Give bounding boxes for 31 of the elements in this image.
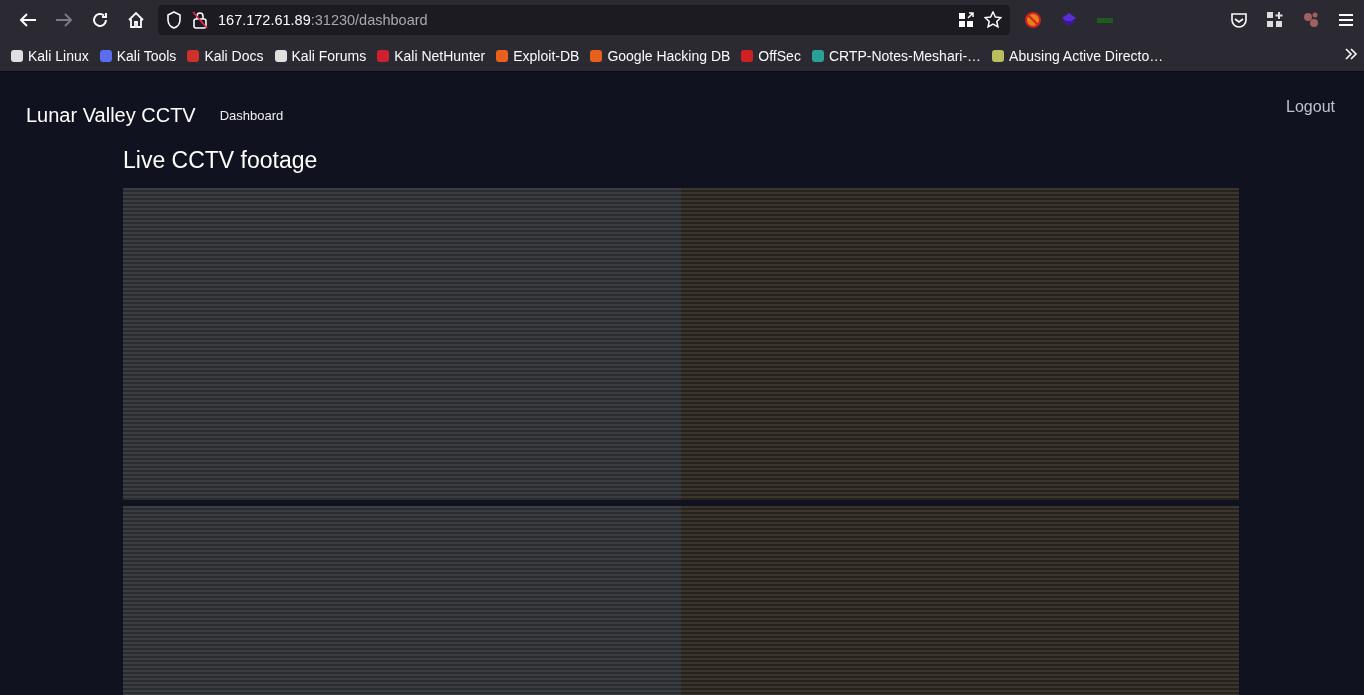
forward-arrow-icon[interactable]	[55, 12, 73, 28]
bookmark-link[interactable]: Kali Linux	[10, 47, 89, 64]
bookmark-link[interactable]: Google Hacking DB	[589, 47, 731, 64]
profile-dots-icon[interactable]	[1302, 11, 1320, 29]
chevron-overflow-icon[interactable]	[1344, 47, 1358, 61]
url-host: 167.172.61.89	[218, 12, 311, 28]
qr-code-icon[interactable]	[958, 12, 974, 28]
bookmark-star-icon[interactable]	[984, 11, 1002, 29]
bookmark-link[interactable]: OffSec	[740, 47, 801, 64]
url-path: :31230/dashboard	[310, 12, 428, 28]
bookmark-link[interactable]: CRTP-Notes-Meshari-…	[810, 47, 982, 64]
nav-link[interactable]: Dashboard	[219, 108, 284, 123]
bookmark-link[interactable]: Kali Forums	[273, 47, 367, 64]
address-bar[interactable]: 167.172.61.89:31230/dashboard	[158, 5, 1010, 35]
back-arrow-icon[interactable]	[19, 12, 37, 28]
bookmark-link[interactable]: Abusing Active Directo…	[991, 47, 1164, 64]
page-heading: Live CCTV footage	[123, 149, 319, 172]
menu-icon[interactable]	[1338, 13, 1354, 27]
reload-icon[interactable]	[91, 11, 109, 29]
bookmark-link[interactable]: Kali NetHunter	[376, 47, 486, 64]
pocket-icon[interactable]	[1230, 11, 1248, 29]
bookmark-link[interactable]: Kali Tools	[98, 47, 177, 64]
shield-icon[interactable]	[166, 11, 182, 29]
bookmark-link[interactable]: Exploit-DB	[495, 47, 580, 64]
bookmark-link[interactable]: Kali Docs	[186, 47, 264, 64]
site-brand[interactable]: Lunar Valley CCTV	[26, 103, 196, 127]
blocked-extension-icon[interactable]	[1024, 11, 1042, 29]
home-icon[interactable]	[127, 11, 145, 29]
insecure-lock-icon[interactable]	[192, 11, 208, 29]
extensions-icon[interactable]	[1266, 11, 1284, 29]
logout-link[interactable]: Logout	[1286, 98, 1335, 116]
